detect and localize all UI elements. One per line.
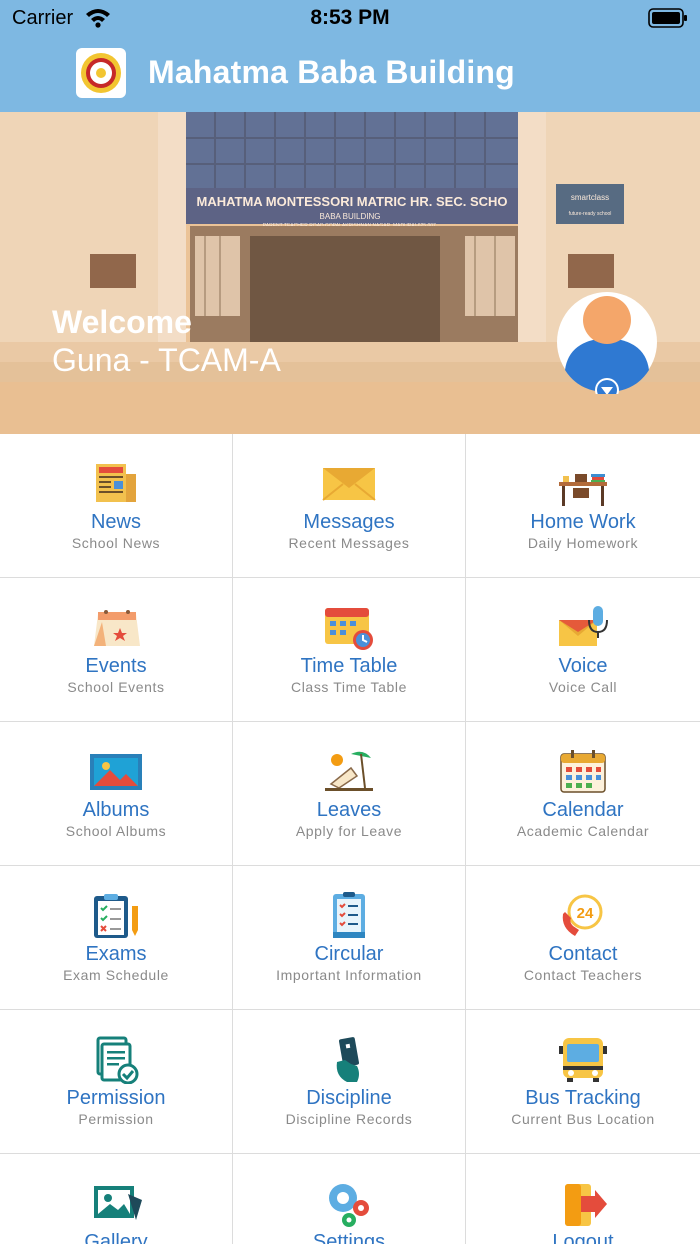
svg-text:24: 24 bbox=[577, 905, 594, 922]
menu-sublabel: Important Information bbox=[276, 967, 422, 983]
menu-label: Discipline bbox=[306, 1087, 392, 1109]
desk-icon bbox=[559, 474, 607, 506]
menu-label: Circular bbox=[314, 943, 384, 965]
battery-icon bbox=[648, 8, 687, 28]
menu-item-settings[interactable]: Settings bbox=[233, 1154, 466, 1244]
menu-label: Messages bbox=[303, 511, 395, 533]
menu-sublabel: School Events bbox=[67, 679, 165, 695]
menu-item-circular[interactable]: Circular Important Information bbox=[233, 866, 466, 1010]
menu-label: Permission bbox=[66, 1087, 166, 1109]
beach-chair-icon bbox=[325, 751, 373, 791]
status-bar: Carrier 8:53 PM bbox=[0, 0, 700, 36]
menu-item-albums[interactable]: Albums School Albums bbox=[0, 722, 233, 866]
menu-label: Calendar bbox=[542, 799, 624, 821]
menu-label: Leaves bbox=[316, 799, 382, 821]
menu-sublabel: Voice Call bbox=[548, 679, 618, 695]
menu-label: Bus Tracking bbox=[525, 1087, 641, 1109]
menu-sublabel: Daily Homework bbox=[527, 535, 639, 551]
menu-item-timetable[interactable]: Time Table Class Time Table bbox=[233, 578, 466, 722]
logout-icon bbox=[565, 1184, 607, 1226]
gears-icon bbox=[329, 1184, 369, 1227]
menu-label: Contact bbox=[548, 943, 618, 965]
bus-icon bbox=[559, 1038, 607, 1082]
top-bar: Carrier 8:53 PM Mahatma Baba Building bbox=[0, 0, 700, 112]
menu-item-homework[interactable]: Home Work Daily Homework bbox=[466, 434, 700, 578]
menu-label: Home Work bbox=[530, 511, 636, 533]
menu-item-events[interactable]: Events School Events bbox=[0, 578, 233, 722]
calendar-icon bbox=[560, 750, 606, 793]
menu-label: Albums bbox=[82, 799, 150, 821]
picture-icon bbox=[90, 754, 142, 790]
user-name: Guna - TCAM-A bbox=[52, 342, 281, 378]
menu-label: Exams bbox=[85, 943, 147, 965]
menu-item-voice[interactable]: Voice Voice Call bbox=[466, 578, 700, 722]
menu-grid: News School News Messages Recent Message… bbox=[0, 434, 700, 1244]
hero-banner: MAHATMA MONTESSORI MATRIC HR. SEC. SCHO … bbox=[0, 112, 700, 434]
menu-sublabel: Contact Teachers bbox=[523, 967, 643, 983]
welcome-text: Welcome bbox=[52, 304, 192, 340]
phone-24-icon: 24 bbox=[562, 894, 603, 936]
menu-sublabel: Exam Schedule bbox=[63, 967, 169, 983]
menu-label: Events bbox=[85, 655, 147, 677]
exam-clipboard-icon bbox=[94, 894, 138, 938]
school-emblem-icon bbox=[81, 53, 121, 93]
event-calendar-icon bbox=[94, 610, 140, 646]
menu-item-calendar[interactable]: Calendar Academic Calendar bbox=[466, 722, 700, 866]
menu-item-discipline[interactable]: Discipline Discipline Records bbox=[233, 1010, 466, 1154]
gallery-icon bbox=[94, 1186, 142, 1220]
menu-label: Voice bbox=[558, 655, 608, 677]
user-avatar-icon bbox=[557, 292, 657, 394]
menu-sublabel: Academic Calendar bbox=[516, 823, 650, 839]
timetable-icon bbox=[325, 608, 373, 650]
permission-document-icon bbox=[96, 1036, 139, 1084]
menu-item-exams[interactable]: Exams Exam Schedule bbox=[0, 866, 233, 1010]
menu-sublabel: Class Time Table bbox=[291, 679, 407, 695]
app-title: Mahatma Baba Building bbox=[148, 54, 515, 90]
menu-item-permission[interactable]: Permission Permission bbox=[0, 1010, 233, 1154]
menu-sublabel: School News bbox=[71, 535, 161, 551]
menu-item-news[interactable]: News School News bbox=[0, 434, 233, 578]
menu-item-bus-tracking[interactable]: Bus Tracking Current Bus Location bbox=[466, 1010, 700, 1154]
menu-item-leaves[interactable]: Leaves Apply for Leave bbox=[233, 722, 466, 866]
menu-sublabel: Current Bus Location bbox=[511, 1111, 655, 1127]
profile-avatar-button[interactable] bbox=[555, 290, 659, 394]
envelope-icon bbox=[322, 468, 376, 501]
menu-item-messages[interactable]: Messages Recent Messages bbox=[233, 434, 466, 578]
menu-sublabel: Permission bbox=[78, 1111, 154, 1127]
newspaper-icon bbox=[96, 464, 136, 502]
status-time: 8:53 PM bbox=[310, 6, 390, 29]
menu-sublabel: Recent Messages bbox=[288, 535, 410, 551]
checklist-icon bbox=[333, 892, 365, 938]
menu-item-contact[interactable]: 24 Contact Contact Teachers bbox=[466, 866, 700, 1010]
school-logo bbox=[76, 48, 126, 98]
menu-item-gallery[interactable]: Gallery bbox=[0, 1154, 233, 1244]
menu-sublabel: Discipline Records bbox=[285, 1111, 413, 1127]
menu-sublabel: Apply for Leave bbox=[295, 823, 403, 839]
voice-mail-icon bbox=[559, 606, 608, 646]
menu-label: News bbox=[90, 511, 141, 533]
menu-label: Gallery bbox=[84, 1231, 148, 1244]
menu-sublabel: School Albums bbox=[65, 823, 167, 839]
menu-label: Settings bbox=[312, 1231, 386, 1244]
menu-item-logout[interactable]: Logout bbox=[466, 1154, 700, 1244]
menu-label: Time Table bbox=[300, 655, 398, 677]
hand-card-icon bbox=[336, 1037, 359, 1082]
menu-label: Logout bbox=[552, 1231, 614, 1244]
